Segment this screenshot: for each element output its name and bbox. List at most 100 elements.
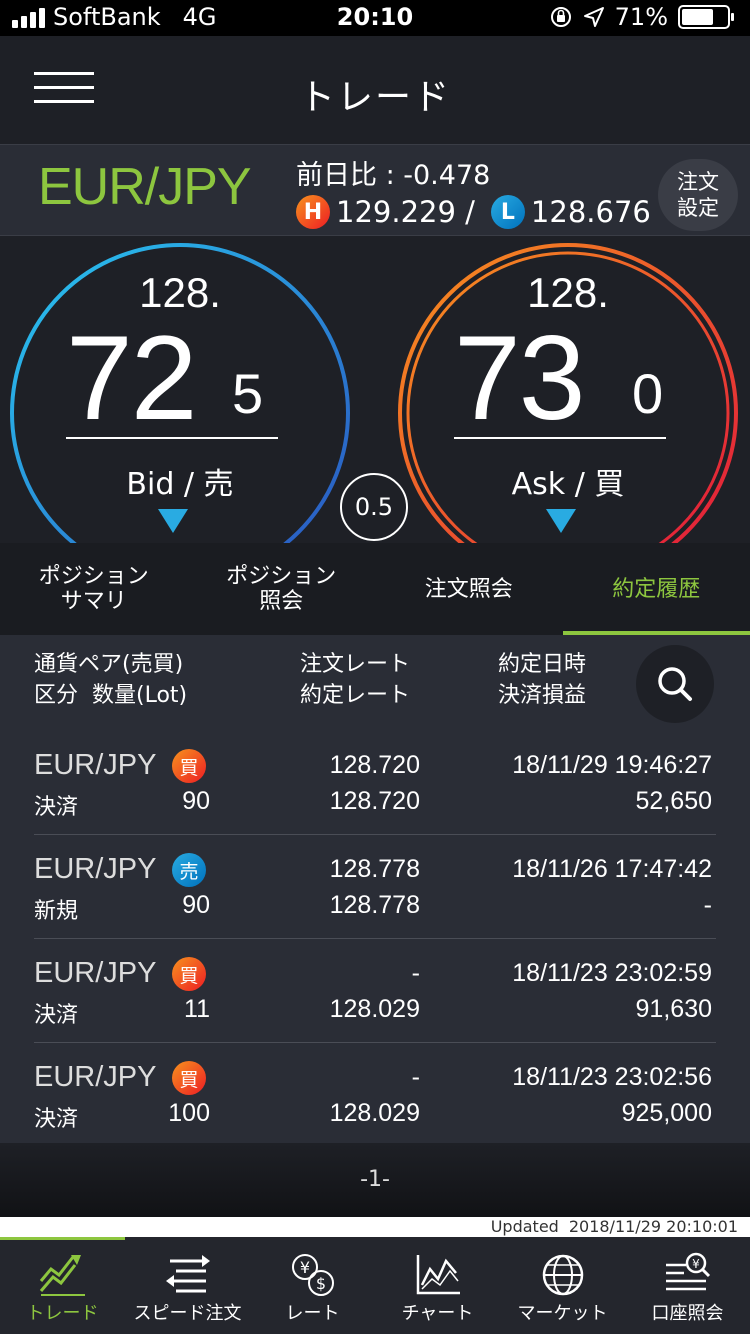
tab-execution-history[interactable]: 約定履歴 xyxy=(562,543,750,635)
tabbar-item-speed-order[interactable]: スピード注文 xyxy=(125,1237,250,1334)
tabbar-label: レート xyxy=(285,1303,340,1324)
ask-label: Ask / 買 xyxy=(511,467,625,502)
bid-price-pip: 5 xyxy=(232,362,264,425)
rate-currency-icon: ¥ $ xyxy=(291,1254,334,1296)
tabbar-item-trade[interactable]: トレード xyxy=(0,1237,125,1334)
speed-order-icon xyxy=(165,1255,210,1293)
bottom-tab-bar: トレード スピード注文 ¥ $ レート チャート マーケット ¥ 口座照会 xyxy=(0,1237,750,1334)
updated-datetime: 2018/11/29 20:10:01 xyxy=(568,1217,738,1236)
row-order-rate: 128.720 xyxy=(329,751,420,779)
pager: -1- xyxy=(0,1143,750,1217)
row-exec-rate: 128.029 xyxy=(329,1099,420,1127)
list-item[interactable]: EUR/JPY 売 新規 90 128.778 128.778 18/11/26… xyxy=(34,835,716,939)
row-profit-loss: 91,630 xyxy=(635,995,712,1023)
tab-label: サマリ xyxy=(60,589,127,614)
updated-bar: Updated 2018/11/29 20:10:01 xyxy=(0,1217,750,1237)
high-badge-icon: H xyxy=(296,195,330,229)
tabbar-item-rate[interactable]: ¥ $ レート xyxy=(250,1237,375,1334)
list-item[interactable]: EUR/JPY 買 決済 100 - 128.029 18/11/23 23:0… xyxy=(34,1043,716,1147)
tabbar-item-chart[interactable]: チャート xyxy=(375,1237,500,1334)
quote-panel: 128. 72 5 Bid / 売 128. 73 0 Ask / 買 0.5 xyxy=(0,237,750,543)
high-value: 129.229 / xyxy=(336,195,475,229)
row-exec-rate: 128.720 xyxy=(329,787,420,815)
ask-arrow-down-icon xyxy=(546,509,576,533)
currency-pair[interactable]: EUR/JPY xyxy=(38,157,252,217)
row-kind: 決済 xyxy=(34,1003,79,1028)
low-value: 128.676 xyxy=(530,195,651,229)
bid-quote-button[interactable]: 128. 72 5 Bid / 売 xyxy=(8,241,352,543)
ask-quote-button[interactable]: 128. 73 0 Ask / 買 xyxy=(396,241,740,543)
row-quantity: 90 xyxy=(182,787,210,815)
row-datetime: 18/11/29 19:46:27 xyxy=(512,751,712,779)
row-pair: EUR/JPY xyxy=(34,853,157,885)
row-order-rate: 128.778 xyxy=(329,855,420,883)
tabbar-item-account[interactable]: ¥ 口座照会 xyxy=(625,1237,750,1334)
tab-label: ポジション xyxy=(226,564,337,589)
row-datetime: 18/11/26 17:47:42 xyxy=(512,855,712,883)
row-datetime: 18/11/23 23:02:56 xyxy=(512,1063,712,1091)
tabbar-label: トレード xyxy=(26,1303,99,1324)
nav-bar: トレード xyxy=(0,36,750,144)
tabbar-label: 口座照会 xyxy=(651,1303,724,1324)
header-label: 通貨ペア(売買) xyxy=(34,652,184,677)
search-icon xyxy=(658,667,692,701)
row-kind: 決済 xyxy=(34,1107,79,1132)
svg-text:¥: ¥ xyxy=(692,1257,700,1271)
bid-price-main: 72 xyxy=(66,311,197,445)
header-label: 注文レート xyxy=(300,652,411,677)
header-label: 決済損益 xyxy=(498,683,587,708)
row-profit-loss: 925,000 xyxy=(621,1099,712,1127)
trade-tabs: ポジション サマリ ポジション 照会 注文照会 約定履歴 xyxy=(0,543,750,635)
row-exec-rate: 128.778 xyxy=(329,891,420,919)
tab-label: 照会 xyxy=(259,589,304,614)
order-settings-button[interactable]: 注文 設定 xyxy=(658,159,738,231)
row-pair: EUR/JPY xyxy=(34,957,157,989)
page-title: トレード xyxy=(298,77,451,118)
tab-position-inquiry[interactable]: ポジション 照会 xyxy=(188,543,376,635)
trade-chart-icon xyxy=(39,1255,85,1296)
order-settings-label-2: 設定 xyxy=(677,196,719,220)
execution-list: EUR/JPY 買 決済 90 128.720 128.720 18/11/29… xyxy=(0,731,750,1147)
svg-text:¥: ¥ xyxy=(299,1258,309,1277)
list-header: 通貨ペア(売買) 区分 数量(Lot) 注文レート 約定レート 約定日時 決済損… xyxy=(0,635,750,731)
buy-badge-icon: 買 xyxy=(172,1061,206,1095)
high-low: H 129.229 / L 128.676 xyxy=(296,195,651,229)
row-order-rate: - xyxy=(411,959,420,987)
bid-underline xyxy=(66,437,278,439)
low-badge-icon: L xyxy=(490,195,525,229)
row-order-rate: - xyxy=(411,1063,420,1091)
row-exec-rate: 128.029 xyxy=(329,995,420,1023)
tabbar-label: チャート xyxy=(401,1303,474,1324)
col-date-header: 約定日時 決済損益 xyxy=(498,649,586,711)
globe-icon xyxy=(542,1254,583,1296)
col-rate-header: 注文レート 約定レート xyxy=(300,649,410,711)
location-icon xyxy=(583,7,604,27)
tabbar-item-market[interactable]: マーケット xyxy=(500,1237,625,1334)
row-kind: 決済 xyxy=(34,795,79,820)
tab-order-inquiry[interactable]: 注文照会 xyxy=(375,543,563,635)
tabbar-label: マーケット xyxy=(517,1303,608,1324)
row-quantity: 90 xyxy=(182,891,210,919)
ask-underline xyxy=(454,437,666,439)
list-item[interactable]: EUR/JPY 買 決済 11 - 128.029 18/11/23 23:02… xyxy=(34,939,716,1043)
tabbar-label: スピード注文 xyxy=(133,1303,242,1324)
ask-price-pip: 0 xyxy=(632,362,664,425)
header-label: 約定レート xyxy=(300,683,411,708)
previous-day-change: 前日比 : -0.478 xyxy=(296,160,491,191)
spread-badge: 0.5 xyxy=(340,473,408,541)
search-button[interactable] xyxy=(636,645,714,723)
buy-badge-icon: 買 xyxy=(172,957,206,991)
status-right: 71% xyxy=(549,3,734,31)
tab-label: 注文照会 xyxy=(424,576,513,602)
ask-price-main: 73 xyxy=(454,311,585,445)
page-number[interactable]: -1- xyxy=(0,1167,750,1192)
account-search-icon: ¥ xyxy=(665,1252,710,1291)
header-label: 区分 数量(Lot) xyxy=(34,683,188,708)
bid-label: Bid / 売 xyxy=(126,467,234,502)
list-item[interactable]: EUR/JPY 買 決済 90 128.720 128.720 18/11/29… xyxy=(34,731,716,835)
buy-badge-icon: 買 xyxy=(172,749,206,783)
tab-label: ポジション xyxy=(38,564,149,589)
updated-label: Updated xyxy=(490,1217,559,1236)
tab-position-summary[interactable]: ポジション サマリ xyxy=(0,543,188,635)
row-kind: 新規 xyxy=(34,899,79,924)
